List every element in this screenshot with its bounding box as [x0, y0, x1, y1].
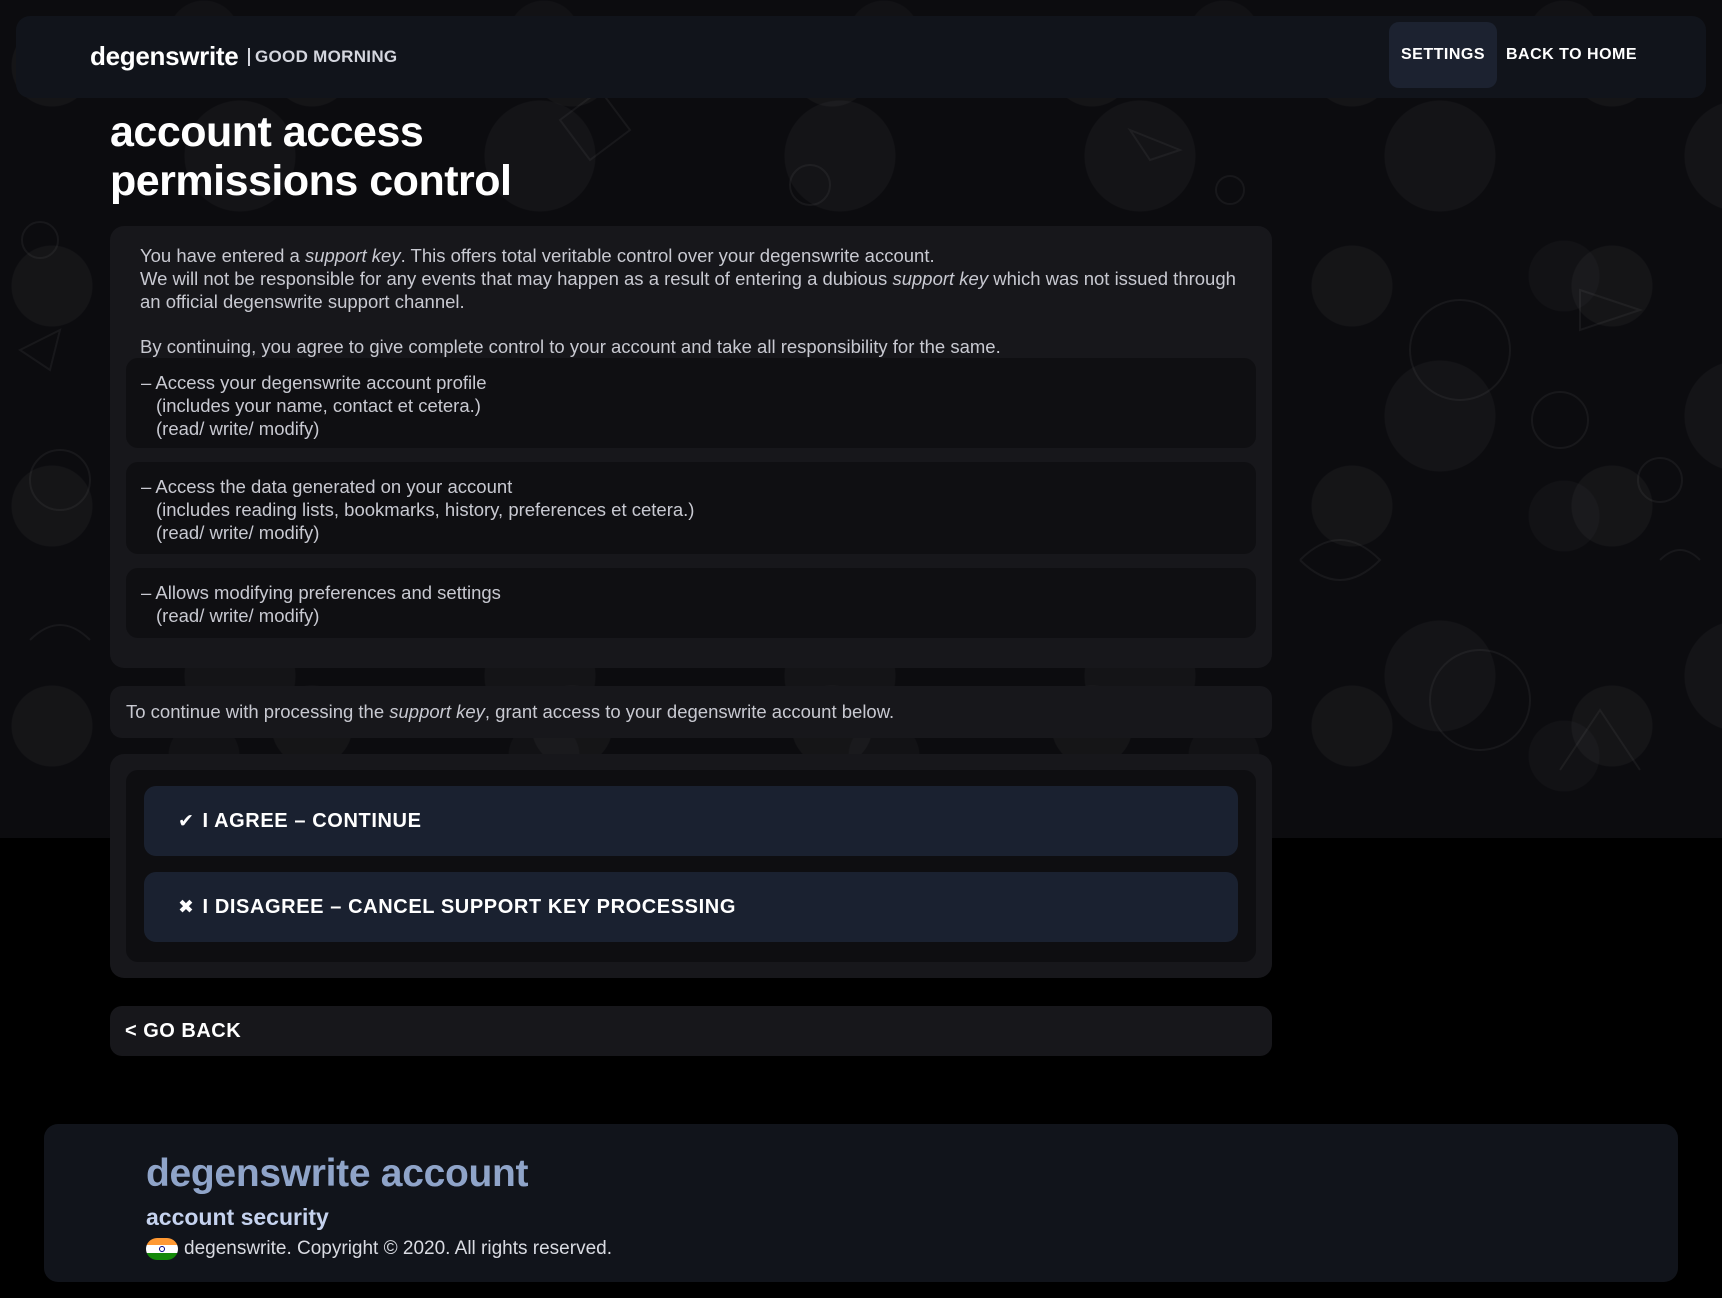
- copyright-text: degenswrite. Copyright © 2020. All right…: [184, 1238, 612, 1259]
- footer-copyright: degenswrite. Copyright © 2020. All right…: [146, 1238, 612, 1260]
- brand-logo[interactable]: degenswrite: [90, 41, 239, 72]
- permission-item-profile: – Access your degenswrite account profil…: [126, 358, 1256, 448]
- go-back-button[interactable]: < GO BACK: [110, 1006, 1272, 1056]
- disclaimer-text-part: . This offers total veritable control ov…: [400, 245, 935, 266]
- disclaimer-paragraph-2: By continuing, you agree to give complet…: [140, 336, 1001, 357]
- permission-mode: (read/ write/ modify): [156, 522, 320, 543]
- check-icon: ✔: [178, 810, 195, 832]
- support-key-term: support key: [304, 245, 401, 266]
- agree-continue-button[interactable]: ✔ I AGREE – CONTINUE: [144, 786, 1238, 856]
- disclaimer-paragraph-1: You have entered a support key. This off…: [140, 244, 1250, 313]
- footer: degenswrite account account security deg…: [44, 1124, 1678, 1282]
- permission-title: – Access the data generated on your acco…: [141, 476, 513, 497]
- note-text-part: To continue with processing the: [126, 701, 385, 722]
- support-key-term: support key: [892, 268, 989, 289]
- permission-detail: (includes your name, contact et cetera.): [156, 395, 481, 416]
- settings-button[interactable]: SETTINGS: [1389, 22, 1497, 88]
- grant-access-note: To continue with processing the support …: [110, 686, 1272, 738]
- note-text-part: , grant access to your degenswrite accou…: [484, 701, 895, 722]
- permission-mode: (read/ write/ modify): [156, 418, 320, 439]
- disclaimer-panel: You have entered a support key. This off…: [110, 226, 1272, 668]
- footer-title: degenswrite account: [146, 1152, 529, 1195]
- page-title-line2: permissions control: [110, 157, 512, 205]
- disclaimer-text: You have entered a support key. This off…: [140, 244, 1250, 358]
- consent-actions-inner: ✔ I AGREE – CONTINUE ✖ I DISAGREE – CANC…: [126, 770, 1256, 962]
- back-to-home-link[interactable]: BACK TO HOME: [1506, 22, 1637, 88]
- cross-icon: ✖: [178, 896, 195, 918]
- permission-mode: (read/ write/ modify): [156, 605, 320, 626]
- page-title: account access permissions control: [110, 108, 512, 206]
- agree-label: I AGREE – CONTINUE: [202, 809, 422, 832]
- disclaimer-text-part: We will not be responsible for any event…: [140, 268, 893, 289]
- india-flag-icon: [146, 1238, 178, 1260]
- page-title-line1: account access: [110, 108, 424, 156]
- permission-title: – Allows modifying preferences and setti…: [141, 582, 501, 603]
- permission-detail: (includes reading lists, bookmarks, hist…: [156, 499, 695, 520]
- permission-item-data: – Access the data generated on your acco…: [126, 462, 1256, 554]
- consent-actions-panel: ✔ I AGREE – CONTINUE ✖ I DISAGREE – CANC…: [110, 754, 1272, 978]
- footer-subtitle: account security: [146, 1204, 329, 1230]
- greeting-text: GOOD MORNING: [248, 48, 397, 66]
- disagree-cancel-button[interactable]: ✖ I DISAGREE – CANCEL SUPPORT KEY PROCES…: [144, 872, 1238, 942]
- permission-title: – Access your degenswrite account profil…: [141, 372, 487, 393]
- support-key-term: support key: [389, 701, 485, 722]
- permission-item-preferences: – Allows modifying preferences and setti…: [126, 568, 1256, 638]
- disagree-label: I DISAGREE – CANCEL SUPPORT KEY PROCESSI…: [202, 895, 736, 918]
- disclaimer-text-part: You have entered a: [140, 245, 305, 266]
